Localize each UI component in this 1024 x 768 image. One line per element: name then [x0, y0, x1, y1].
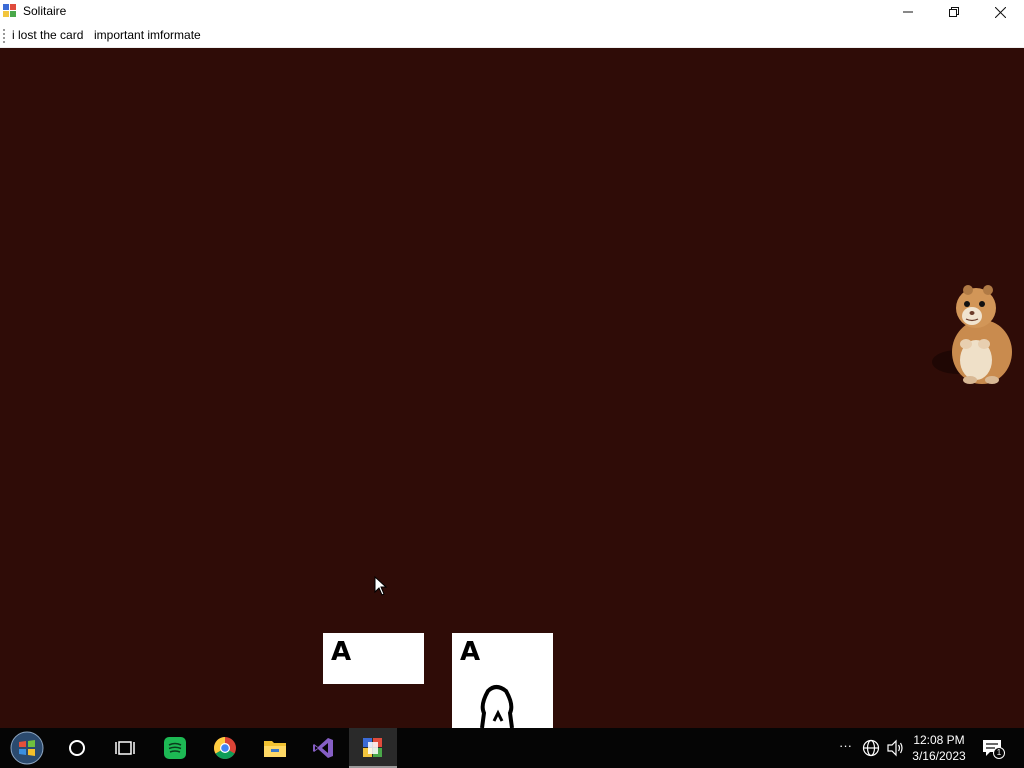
- taskbar: ··· 12:08 PM 3/16/2023 1: [0, 728, 1024, 768]
- chrome-icon: [214, 737, 236, 759]
- solitaire-cards-icon: [3, 4, 17, 18]
- action-center-button[interactable]: 1: [982, 738, 1005, 759]
- card-face: A: [331, 637, 351, 667]
- mouse-pointer-icon: [374, 576, 388, 596]
- volume-icon[interactable]: [886, 739, 904, 757]
- minimize-icon: [903, 11, 913, 13]
- start-button[interactable]: [3, 728, 51, 768]
- minimize-button[interactable]: [885, 0, 931, 24]
- cortana-circle-icon: [69, 740, 85, 756]
- windows-start-icon: [10, 731, 44, 765]
- spotify-icon: [164, 737, 186, 759]
- task-view-icon: [115, 741, 135, 755]
- network-globe-icon[interactable]: [862, 739, 880, 757]
- solitaire-app-icon: [363, 738, 382, 757]
- hamster-image: [932, 285, 1012, 384]
- playing-card[interactable]: A: [323, 633, 424, 684]
- menu-item-important-info[interactable]: important imformate: [94, 28, 201, 42]
- card-rank: A: [331, 637, 351, 667]
- restore-icon: [949, 7, 959, 17]
- menu-bar: i lost the card important imformate: [0, 24, 1024, 48]
- clock-time: 12:08 PM: [913, 733, 965, 747]
- chrome-button[interactable]: [201, 728, 249, 768]
- window-title: Solitaire: [23, 4, 67, 18]
- menu-grip: [3, 29, 5, 43]
- more-dots-icon[interactable]: ···: [839, 738, 852, 753]
- close-button[interactable]: [977, 0, 1023, 24]
- card-face: A: [460, 637, 514, 728]
- system-clock[interactable]: 12:08 PM 3/16/2023: [906, 732, 972, 764]
- window-titlebar: Solitaire: [0, 0, 1024, 24]
- visual-studio-button[interactable]: [299, 728, 347, 768]
- game-board[interactable]: A A: [0, 48, 1024, 728]
- task-view-button[interactable]: [101, 728, 149, 768]
- solitaire-taskbar-button[interactable]: [349, 728, 397, 768]
- cortana-button[interactable]: [53, 728, 101, 768]
- clock-date: 3/16/2023: [912, 749, 966, 763]
- spotify-button[interactable]: [151, 728, 199, 768]
- file-explorer-button[interactable]: [251, 728, 299, 768]
- visual-studio-icon: [313, 738, 333, 758]
- playing-card[interactable]: A: [452, 633, 553, 728]
- file-explorer-icon: [264, 741, 286, 757]
- notification-count-badge: 1: [993, 747, 1005, 759]
- menu-item-lost-card[interactable]: i lost the card: [12, 28, 83, 42]
- close-icon: [994, 6, 1006, 18]
- spade-pip-drawing: [480, 685, 514, 728]
- restore-button[interactable]: [931, 0, 977, 24]
- card-rank: A: [460, 637, 480, 667]
